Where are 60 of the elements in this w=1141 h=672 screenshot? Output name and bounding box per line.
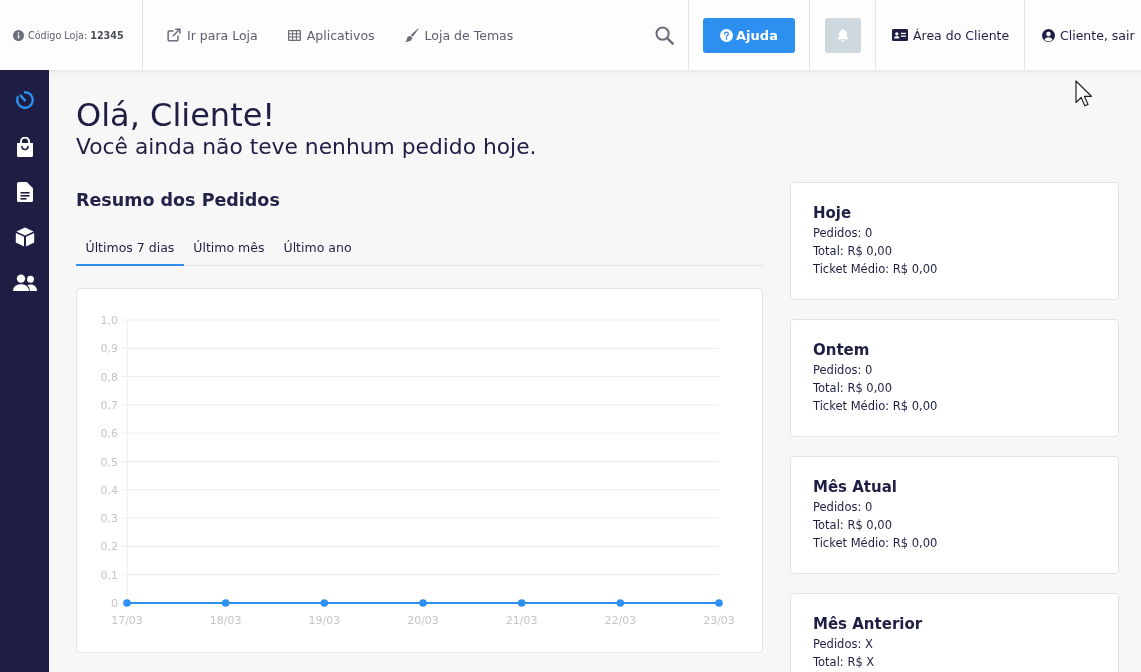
greeting-subtitle: Você ainda não teve nenhum pedido hoje. xyxy=(76,134,538,160)
id-card-icon xyxy=(892,29,908,41)
card-title: Mês Anterior xyxy=(813,614,924,635)
card-stat-line: Pedidos: 0 xyxy=(813,499,874,516)
x-axis-label: 19/03 xyxy=(308,614,341,627)
x-axis-label: 20/03 xyxy=(407,614,439,627)
y-axis-label: 1,0 xyxy=(100,314,118,327)
y-axis-label: 0,7 xyxy=(100,398,118,412)
top-nav-link[interactable]: Loja de Temas xyxy=(404,27,514,43)
x-axis-label: 18/03 xyxy=(209,614,242,627)
users-icon[interactable] xyxy=(12,274,37,291)
y-axis-label: 0,4 xyxy=(100,483,118,497)
top-nav-link[interactable]: Aplicativos xyxy=(287,27,375,43)
info-icon xyxy=(13,29,24,41)
card-stat-line: Ticket Médio: R$ 0,00 xyxy=(813,398,939,415)
card-stat-line: Pedidos: 0 xyxy=(813,225,874,242)
document-icon[interactable] xyxy=(16,182,33,202)
card-stat-line: Pedidos: 0 xyxy=(813,362,874,379)
x-axis-label: 21/03 xyxy=(505,614,538,627)
period-tab[interactable]: Último mês xyxy=(183,232,274,266)
y-axis-label: 0,8 xyxy=(100,370,118,384)
external-link-icon xyxy=(167,28,181,42)
shopping-bag-icon[interactable] xyxy=(15,137,34,157)
bell-icon xyxy=(835,28,850,42)
table-grid-icon xyxy=(287,29,301,41)
stopwatch-icon[interactable] xyxy=(13,89,36,111)
search-icon[interactable] xyxy=(655,25,674,45)
store-code-label: Código Loja: 12345 xyxy=(28,29,124,41)
card-stat-line: Total: R$ 0,00 xyxy=(813,517,893,534)
card-stat-line: Total: R$ 0,00 xyxy=(813,243,893,260)
user-circle-icon xyxy=(1042,28,1055,42)
y-axis-label: 0,1 xyxy=(100,568,118,582)
card-stat-line: Pedidos: X xyxy=(813,636,874,653)
section-title: Resumo dos Pedidos xyxy=(76,189,281,212)
period-tab[interactable]: Último ano xyxy=(274,232,362,266)
logout-link[interactable]: Cliente, sair xyxy=(1042,27,1135,43)
y-axis-label: 0,6 xyxy=(100,427,118,441)
cube-icon[interactable] xyxy=(14,227,35,247)
mouse-pointer-icon xyxy=(1075,80,1093,107)
y-axis-label: 0,3 xyxy=(100,512,118,526)
x-axis-label: 22/03 xyxy=(604,614,637,627)
x-axis-label: 17/03 xyxy=(111,614,143,627)
y-axis-label: 0 xyxy=(111,597,118,610)
card-title: Mês Atual xyxy=(813,477,898,498)
top-nav-link[interactable]: Ir para Loja xyxy=(167,27,258,43)
card-title: Hoje xyxy=(813,203,853,224)
greeting-title: Olá, Cliente! xyxy=(76,96,277,134)
y-axis-label: 0,2 xyxy=(100,540,118,554)
card-stat-line: Ticket Médio: R$ 0,00 xyxy=(813,261,939,278)
card-stat-line: Total: R$ 0,00 xyxy=(813,380,893,397)
paintbrush-icon xyxy=(404,28,419,42)
period-tab[interactable]: Últimos 7 dias xyxy=(76,232,184,266)
card-stat-line: Ticket Médio: R$ 0,00 xyxy=(813,535,939,552)
question-circle-icon xyxy=(720,28,734,42)
y-axis-label: 0,5 xyxy=(100,455,118,469)
x-axis-label: 23/03 xyxy=(703,614,735,627)
y-axis-label: 0,9 xyxy=(100,342,118,356)
client-area-link[interactable]: Área do Cliente xyxy=(892,27,1010,43)
card-stat-line: Total: R$ X xyxy=(813,654,876,671)
card-title: Ontem xyxy=(813,340,871,361)
